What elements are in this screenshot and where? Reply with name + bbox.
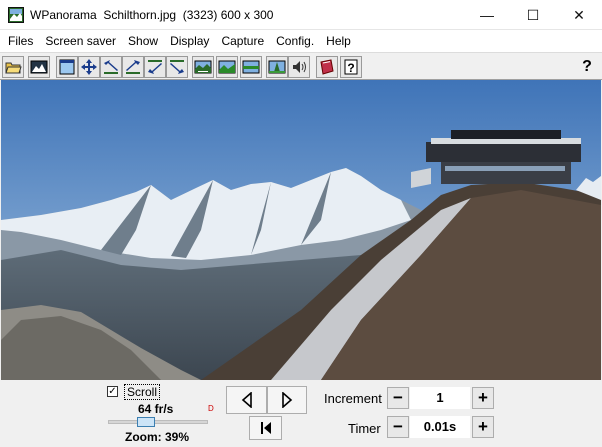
menu-config[interactable]: Config. xyxy=(270,31,320,51)
title-bar: WPanorama Schilthorn.jpg (3323) 600 x 30… xyxy=(0,0,602,30)
move-icon xyxy=(81,59,97,75)
panorama-icon xyxy=(194,60,212,74)
arrow-right-up-icon xyxy=(126,60,140,74)
first-button[interactable] xyxy=(249,416,282,440)
sound-icon xyxy=(293,61,306,73)
help-file-icon: ? xyxy=(344,59,358,75)
help-file-button[interactable]: ? xyxy=(340,56,362,78)
increment-label: Increment xyxy=(324,391,382,406)
next-button[interactable] xyxy=(267,386,307,414)
mountain-panorama-image xyxy=(1,80,601,380)
timer-value[interactable]: 0.01s xyxy=(410,416,470,438)
menu-help[interactable]: Help xyxy=(320,31,357,51)
minimize-icon: — xyxy=(480,7,494,23)
window-title: WPanorama Schilthorn.jpg (3323) 600 x 30… xyxy=(30,8,274,22)
arrow-left-down-icon xyxy=(148,60,162,74)
image-icon xyxy=(30,60,48,74)
menu-screen-saver[interactable]: Screen saver xyxy=(39,31,122,51)
book-icon xyxy=(320,59,334,75)
control-panel: ✓ Scroll 64 fr/s D Zoom: 39% Increment −… xyxy=(0,380,602,447)
scroll-checkbox[interactable]: ✓ xyxy=(107,386,118,397)
arrow-right-down-button[interactable] xyxy=(166,56,188,78)
arrow-left-down-button[interactable] xyxy=(144,56,166,78)
book-button[interactable] xyxy=(316,56,338,78)
fit-window-button[interactable] xyxy=(56,56,78,78)
panorama-button[interactable] xyxy=(192,56,214,78)
landscape-button[interactable] xyxy=(216,56,238,78)
maximize-button[interactable]: ☐ xyxy=(510,0,556,30)
increment-plus-button[interactable]: + xyxy=(472,387,494,409)
scroll-label[interactable]: Scroll xyxy=(124,384,161,400)
fps-readout: 64 fr/s xyxy=(138,402,174,416)
open-file-icon xyxy=(5,62,22,74)
ground-button[interactable] xyxy=(266,56,288,78)
landscape-icon xyxy=(218,60,236,74)
d-marker: D xyxy=(208,404,214,413)
menu-files[interactable]: Files xyxy=(2,31,39,51)
increment-minus-button[interactable]: − xyxy=(387,387,409,409)
arrow-right-up-button[interactable] xyxy=(122,56,144,78)
menu-show[interactable]: Show xyxy=(122,31,164,51)
arrow-right-down-icon xyxy=(170,60,184,74)
app-icon xyxy=(8,7,24,23)
triangle-right-icon xyxy=(282,392,293,408)
image-button[interactable] xyxy=(28,56,50,78)
maximize-icon: ☐ xyxy=(526,6,540,23)
timer-minus-button[interactable]: − xyxy=(387,416,409,438)
check-icon: ✓ xyxy=(108,386,117,397)
minimize-button[interactable]: — xyxy=(464,0,510,30)
context-help-button[interactable]: ? xyxy=(576,56,598,78)
timer-plus-button[interactable]: + xyxy=(472,416,494,438)
svg-text:?: ? xyxy=(347,61,354,75)
menu-capture[interactable]: Capture xyxy=(215,31,270,51)
sound-button[interactable] xyxy=(288,56,310,78)
zoom-slider-track[interactable] xyxy=(108,420,208,424)
move-button[interactable] xyxy=(78,56,100,78)
horizon-icon xyxy=(242,60,260,74)
panorama-view[interactable] xyxy=(1,80,601,380)
skip-start-icon xyxy=(260,422,271,434)
help-icon: ? xyxy=(582,58,592,75)
menu-display[interactable]: Display xyxy=(164,31,215,51)
close-icon: ✕ xyxy=(573,6,585,23)
toolbar: ? ? xyxy=(0,52,602,80)
arrow-left-up-icon xyxy=(104,60,118,74)
increment-value[interactable]: 1 xyxy=(410,387,470,409)
zoom-readout: Zoom: 39% xyxy=(125,430,190,444)
open-file-button[interactable] xyxy=(2,56,24,78)
arrow-left-up-button[interactable] xyxy=(100,56,122,78)
menu-bar: Files Screen saver Show Display Capture … xyxy=(0,30,602,52)
fit-window-icon xyxy=(59,59,75,75)
zoom-slider-thumb[interactable] xyxy=(137,417,155,427)
timer-label: Timer xyxy=(348,421,381,436)
horizon-button[interactable] xyxy=(240,56,262,78)
triangle-left-icon xyxy=(241,392,252,408)
previous-button[interactable] xyxy=(226,386,267,414)
ground-icon xyxy=(268,60,286,74)
close-button[interactable]: ✕ xyxy=(556,0,602,30)
